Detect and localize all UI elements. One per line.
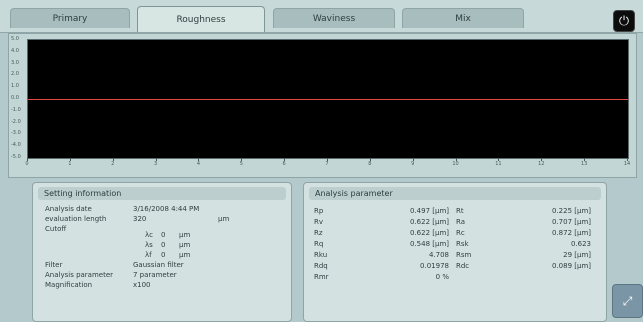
param-value: 0.01978 <box>420 262 449 270</box>
analysis-parameter-label: Analysis parameter <box>45 271 114 279</box>
cutoff-lc-label: λc <box>145 231 153 239</box>
param-label: Rku <box>314 251 328 259</box>
evaluation-length-label: evaluation length <box>45 215 107 223</box>
tab-mix[interactable]: Mix <box>402 8 524 28</box>
y-tick-label: 2.0 <box>11 71 19 78</box>
x-tick-label: 10 <box>452 161 459 167</box>
analysis-date-value: 3/16/2008 4:44 PM <box>133 205 200 213</box>
filter-value: Gaussian filter <box>133 261 184 269</box>
x-tick-label: 0 <box>25 161 29 167</box>
tab-roughness[interactable]: Roughness <box>137 6 265 32</box>
param-value: 0.622 [µm] <box>410 218 449 226</box>
param-value: 0.548 [µm] <box>410 240 449 248</box>
tab-primary[interactable]: Primary <box>10 8 130 28</box>
param-value: 0.497 [µm] <box>410 207 449 215</box>
x-tick-label: 14 <box>623 161 631 167</box>
resize-button[interactable]: ⤢ <box>612 284 643 318</box>
analysis-parameter-title: Analysis parameter <box>309 187 601 200</box>
setting-information-title: Setting information <box>38 187 286 200</box>
power-button[interactable]: ⏻ <box>613 10 635 32</box>
param-label: Rsm <box>456 251 472 259</box>
cutoff-lc-unit: µm <box>179 231 191 239</box>
param-label: Rv <box>314 218 324 226</box>
param-label: Rz <box>314 229 323 237</box>
analysis-date-label: Analysis date <box>45 205 92 213</box>
x-tick-label: 2 <box>111 161 115 167</box>
x-tick-label: 11 <box>495 161 502 167</box>
param-label: Rmr <box>314 273 329 281</box>
x-tick-label: 4 <box>196 161 201 167</box>
cutoff-ls-label: λs <box>145 241 153 249</box>
x-tick-label: 6 <box>282 161 286 167</box>
cutoff-lf-label: λf <box>145 251 152 259</box>
x-tick-label: 13 <box>580 161 588 167</box>
magnification-value: x100 <box>133 281 151 289</box>
x-tick-label: 7 <box>325 161 329 167</box>
param-label: Rc <box>456 229 465 237</box>
profile-plot-frame: 5.0 4.0 3.0 2.0 1.0 0.0 -1.0 -2.0 -3.0 -4.0 -5.0 0… <box>8 33 637 178</box>
param-value: 29 [µm] <box>563 251 591 259</box>
param-value: 0.872 [µm] <box>552 229 591 237</box>
param-label: Rq <box>314 240 324 248</box>
y-tick-label: -4.0 <box>11 142 21 149</box>
param-label: Ra <box>456 218 465 226</box>
y-tick-label: -2.0 <box>11 118 21 125</box>
evaluation-length-value: 320 <box>133 215 147 223</box>
evaluation-length-unit: µm <box>218 215 230 223</box>
param-label: Rp <box>314 207 324 215</box>
x-tick-label: 9 <box>411 161 415 167</box>
param-value: 0.089 [µm] <box>552 262 591 270</box>
cutoff-ls-value: 0 <box>161 241 166 249</box>
profile-plot-area <box>27 39 629 159</box>
x-tick-label: 3 <box>153 161 158 167</box>
y-tick-label: 3.0 <box>11 59 19 66</box>
cutoff-lc-value: 0 <box>161 231 166 239</box>
param-label: Rsk <box>456 240 469 248</box>
x-tick-label: 8 <box>368 161 372 167</box>
param-value: 0.623 <box>570 240 591 248</box>
param-value: 0 % <box>435 273 449 281</box>
param-label: Rdq <box>314 262 328 270</box>
y-tick-label: 5.0 <box>11 36 19 42</box>
power-icon: ⏻ <box>618 13 630 29</box>
magnification-label: Magnification <box>45 281 93 289</box>
cutoff-ls-unit: µm <box>179 241 191 249</box>
y-tick-label: -5.0 <box>11 154 21 160</box>
param-value: 0.622 [µm] <box>410 229 449 237</box>
param-value: 4.708 <box>428 251 449 259</box>
cutoff-label: Cutoff <box>45 225 67 233</box>
y-tick-label: 0.0 <box>11 95 19 101</box>
analysis-parameter-panel: Analysis parameter Rp 0.497 [µm] Rv 0.622 [… <box>303 182 607 322</box>
y-tick-label: 4.0 <box>11 47 19 54</box>
analysis-parameter-value: 7 parameter <box>133 271 177 279</box>
cutoff-lf-value: 0 <box>161 251 166 259</box>
param-value: 0.225 [µm] <box>552 207 591 215</box>
y-tick-label: -1.0 <box>11 106 21 113</box>
x-tick-label: 12 <box>538 161 545 167</box>
y-tick-label: -3.0 <box>11 130 21 137</box>
profile-trace-line <box>28 99 628 100</box>
param-value: 0.707 [µm] <box>552 218 591 226</box>
y-tick-label: 1.0 <box>11 83 19 90</box>
cutoff-lf-unit: µm <box>179 251 191 259</box>
param-label: Rt <box>456 207 464 215</box>
tab-bar: Primary Roughness Waviness Mix ⏻ <box>0 0 643 33</box>
x-tick-label: 1 <box>68 161 72 167</box>
filter-label: Filter <box>45 261 63 269</box>
setting-information-panel: Setting information Analysis date 3/16/2… <box>32 182 292 322</box>
tab-waviness[interactable]: Waviness <box>273 8 395 28</box>
param-label: Rdc <box>456 262 470 270</box>
resize-icon: ⤢ <box>622 293 633 308</box>
x-tick-label: 5 <box>239 161 243 167</box>
